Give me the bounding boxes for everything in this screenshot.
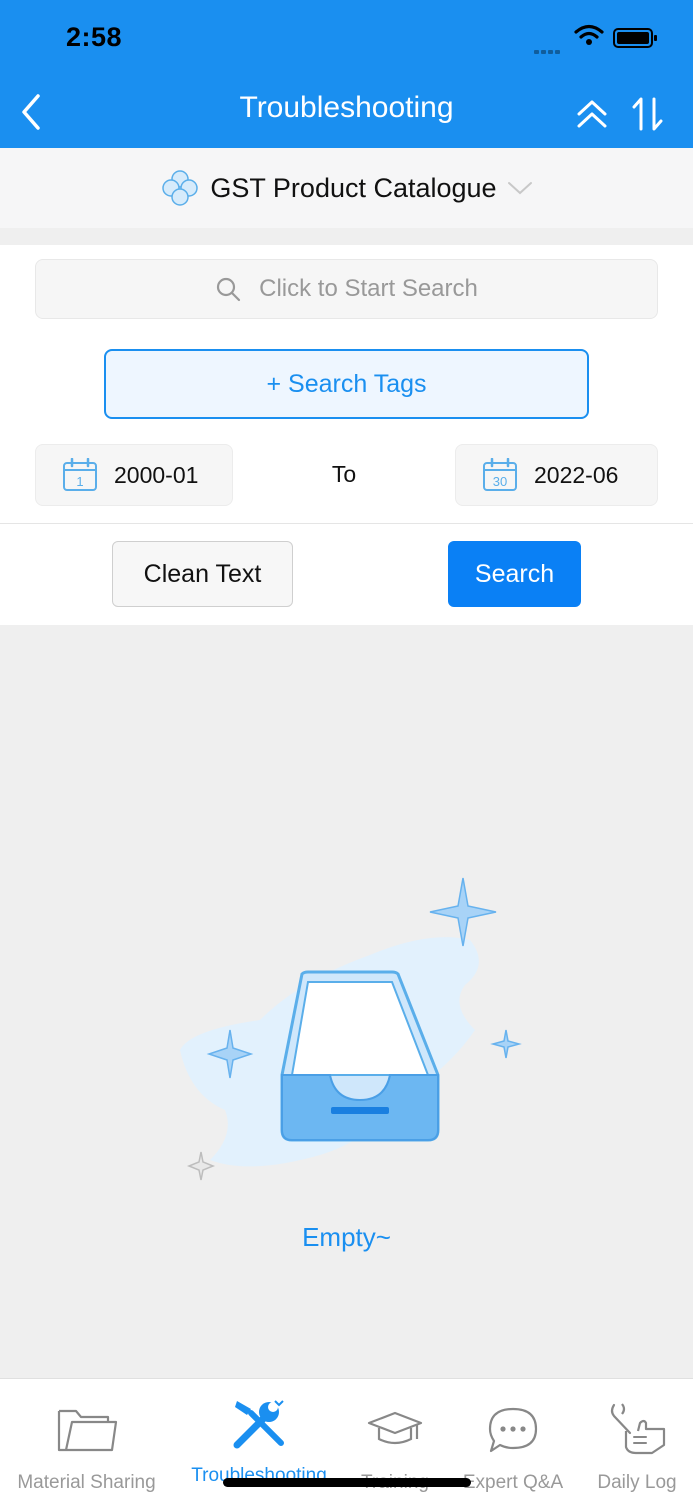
clean-text-button[interactable]: Clean Text [112, 541, 293, 607]
calendar-icon: 30 [483, 458, 517, 491]
catalogue-name: GST Product Catalogue [210, 172, 497, 203]
home-indicator [223, 1478, 471, 1487]
divider [0, 523, 693, 524]
status-time: 2:58 [66, 22, 123, 52]
end-date-value: 2022-06 [534, 461, 619, 488]
end-date-picker[interactable]: 30 2022-06 [455, 444, 658, 506]
tab-label: Daily Log [597, 1472, 677, 1493]
search-placeholder: Click to Start Search [259, 275, 478, 302]
search-icon [217, 277, 241, 302]
tab-daily-log[interactable]: Daily Log [581, 1379, 693, 1500]
navigation-bar: 2:58 Troubleshooting [0, 0, 693, 148]
search-tags-button[interactable]: + Search Tags [104, 349, 589, 419]
date-range-separator: To [331, 461, 357, 487]
calendar-day-label: 30 [493, 474, 507, 489]
empty-inbox-illustration [180, 877, 522, 1181]
tab-label: Material Sharing [17, 1472, 156, 1493]
calendar-day-label: 1 [76, 474, 83, 489]
calendar-icon: 1 [63, 458, 97, 491]
battery-icon [613, 28, 657, 48]
start-date-value: 2000-01 [114, 461, 199, 488]
tools-icon [233, 1400, 284, 1449]
wifi-icon [574, 24, 604, 45]
chevron-down-icon [507, 182, 532, 195]
chat-bubble-icon [488, 1407, 538, 1453]
folder-icon [57, 1409, 117, 1452]
search-button[interactable]: Search [448, 541, 581, 607]
wrench-hand-icon [610, 1403, 666, 1455]
graduation-cap-icon [367, 1411, 423, 1445]
tab-material-sharing[interactable]: Material Sharing [0, 1379, 173, 1500]
search-panel: Click to Start Search + Search Tags 1 20… [0, 245, 693, 625]
cellular-signal-icon [534, 41, 562, 59]
empty-state-label: Empty~ [302, 1222, 391, 1252]
catalogue-selector[interactable]: GST Product Catalogue [0, 148, 693, 228]
sort-icon[interactable] [630, 95, 666, 133]
start-date-picker[interactable]: 1 2000-01 [35, 444, 233, 506]
search-input[interactable]: Click to Start Search [35, 259, 658, 319]
collapse-up-icon[interactable] [574, 96, 610, 132]
catalogue-logo-icon [162, 170, 199, 206]
